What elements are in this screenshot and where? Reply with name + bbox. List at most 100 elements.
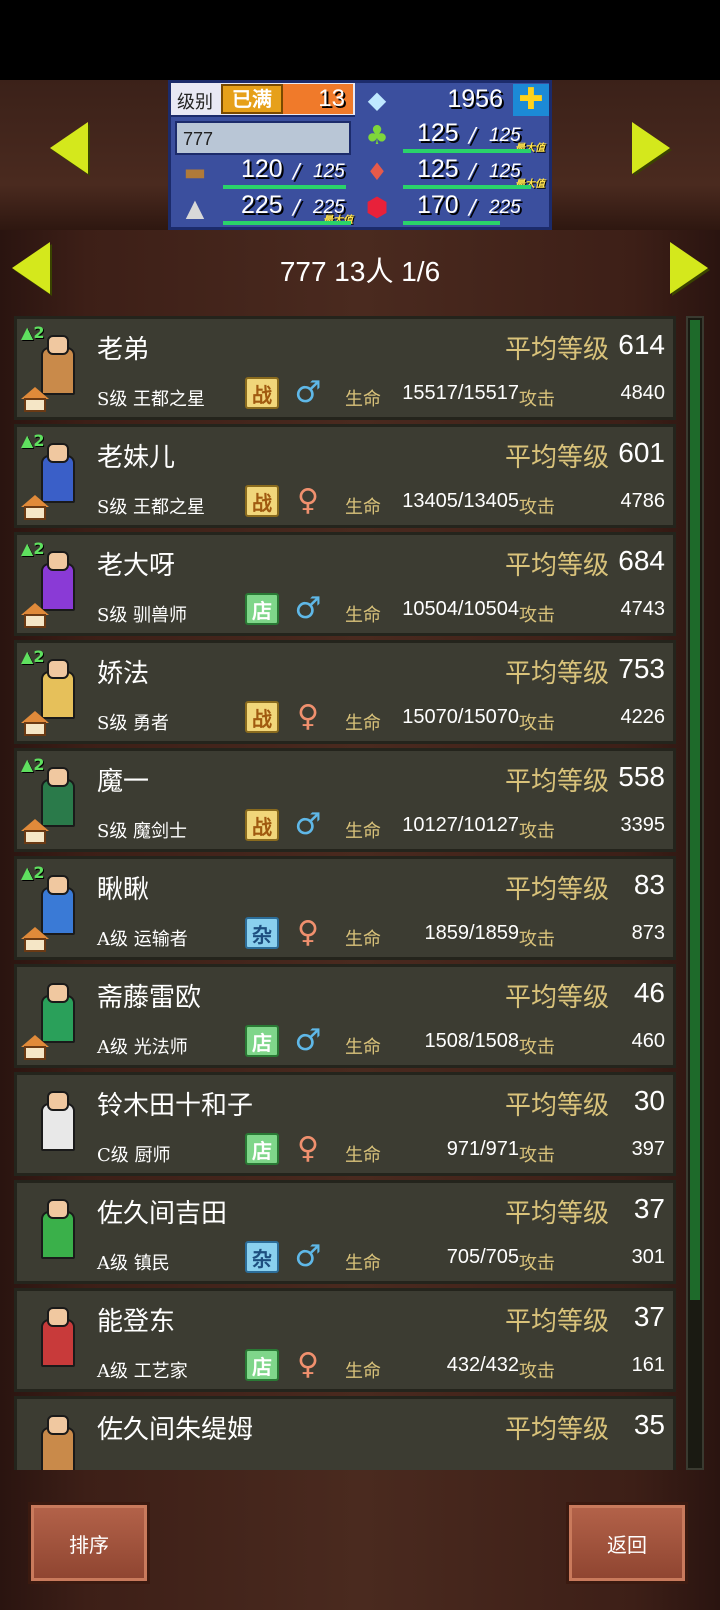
house-icon bbox=[21, 603, 49, 629]
hp-value: 10504/10504 bbox=[402, 598, 519, 620]
hp-label: 生命 bbox=[345, 821, 381, 842]
avg-level-value: 684 bbox=[618, 545, 665, 576]
avatar-head bbox=[47, 1415, 69, 1435]
character-card[interactable]: ▲2 娇法 平均等级 753 S级 勇者 战 ♀ 生命 15070/15070 攻击 4226 bbox=[14, 640, 676, 744]
avg-level-label: 平均等级 bbox=[504, 335, 609, 365]
rank-up-icon: ▲2 bbox=[21, 323, 45, 342]
avatar-head bbox=[47, 443, 69, 463]
ore-icon: ▲ bbox=[185, 194, 205, 222]
rank-job: A级 工艺家 bbox=[97, 1361, 188, 1382]
character-card[interactable]: 铃木田十和子 平均等级 30 C级 厨师 店 ♀ 生命 971/971 攻击 397 bbox=[14, 1072, 676, 1176]
character-name: 能登东 bbox=[97, 1307, 176, 1337]
atk-label: 攻击 bbox=[519, 1361, 555, 1382]
rank-up-count: 2 bbox=[33, 755, 45, 774]
character-card[interactable]: 能登东 平均等级 37 A级 工艺家 店 ♀ 生命 432/432 攻击 161 bbox=[14, 1288, 676, 1392]
avg-level-label: 平均等级 bbox=[504, 875, 609, 905]
female-icon: ♀ bbox=[297, 483, 319, 518]
meat-bar bbox=[403, 185, 531, 189]
atk-value: 4226 bbox=[620, 706, 666, 728]
character-name: 佐久间朱缇姆 bbox=[97, 1415, 254, 1445]
house-icon bbox=[21, 495, 49, 521]
character-avatar: ▲2 bbox=[19, 645, 93, 741]
sort-button[interactable]: 排序 bbox=[28, 1502, 150, 1584]
wood-current: 120 bbox=[241, 155, 283, 183]
character-card[interactable]: ▲2 魔一 平均等级 558 S级 魔剑士 战 ♂ 生命 10127/10127 攻击 3395 bbox=[14, 748, 676, 852]
meat-resource: ♦ 125 / 125 最大值 bbox=[357, 155, 551, 190]
avg-level-label: 平均等级 bbox=[504, 659, 609, 689]
type-badge: 店 bbox=[245, 1025, 279, 1057]
avg-level-value: 37 bbox=[633, 1193, 665, 1224]
character-card[interactable]: 佐久间吉田 平均等级 37 A级 镇民 杂 ♂ 生命 705/705 攻击 301 bbox=[14, 1180, 676, 1284]
avatar-head bbox=[47, 767, 69, 787]
avg-level-label: 平均等级 bbox=[504, 767, 609, 797]
character-card[interactable]: 佐久间朱缇姆 平均等级 35 bbox=[14, 1396, 676, 1470]
plus-icon[interactable]: ✚ bbox=[513, 84, 549, 116]
atk-label: 攻击 bbox=[519, 713, 555, 734]
character-avatar: ▲2 bbox=[19, 537, 93, 633]
hp-value: 971/971 bbox=[446, 1138, 519, 1160]
rank-up-count: 2 bbox=[33, 431, 45, 450]
atk-label: 攻击 bbox=[519, 1253, 555, 1274]
hp-label: 生命 bbox=[345, 389, 381, 410]
town-name-field[interactable]: 777 bbox=[175, 121, 351, 155]
avatar-head bbox=[47, 983, 69, 1003]
character-avatar bbox=[19, 1293, 93, 1389]
rank-job: S级 勇者 bbox=[97, 713, 170, 734]
rank-up-count: 2 bbox=[33, 539, 45, 558]
character-card[interactable]: 斋藤雷欧 平均等级 46 A级 光法师 店 ♂ 生命 1508/1508 攻击 460 bbox=[14, 964, 676, 1068]
avatar-head bbox=[47, 659, 69, 679]
character-list[interactable]: ▲2 老弟 平均等级 614 S级 王都之星战 ♂ 生命 15517/15517 攻击 4840 ▲… bbox=[12, 316, 676, 1470]
wood-bar bbox=[223, 185, 346, 189]
scrollbar[interactable] bbox=[686, 316, 704, 1470]
grass-current: 125 bbox=[417, 119, 459, 147]
avatar-head bbox=[47, 1199, 69, 1219]
scrollbar-thumb[interactable] bbox=[690, 320, 700, 1300]
wood-max: 125 bbox=[313, 161, 345, 182]
atk-label: 攻击 bbox=[519, 821, 555, 842]
character-card[interactable]: ▲2 瞅瞅 平均等级 83 A级 运输者 杂 ♀ 生命 1859/1859 攻击 873 bbox=[14, 856, 676, 960]
grass-sep: / bbox=[469, 123, 476, 147]
avg-level-value: 753 bbox=[618, 653, 665, 684]
back-button[interactable]: 返回 bbox=[566, 1502, 688, 1584]
rank-up-icon: ▲2 bbox=[21, 863, 45, 882]
character-card[interactable]: ▲2 老妹儿 平均等级 601 S级 王都之星 战 ♀ 生命 13405/13405 攻击 4786 bbox=[14, 424, 676, 528]
ruby-max: 225 bbox=[489, 197, 521, 218]
type-badge: 杂 bbox=[245, 917, 279, 949]
female-icon: ♀ bbox=[297, 915, 319, 950]
level-cell: 级别 已满 13 bbox=[171, 83, 355, 117]
rank-job: A级 光法师 bbox=[97, 1037, 188, 1058]
hp-value: 13405/13405 bbox=[402, 490, 519, 512]
avg-level-value: 35 bbox=[633, 1409, 665, 1440]
avatar-head bbox=[47, 875, 69, 895]
atk-value: 4743 bbox=[620, 598, 666, 620]
hp-label: 生命 bbox=[345, 1361, 381, 1382]
character-name: 老大呀 bbox=[97, 551, 176, 581]
atk-label: 攻击 bbox=[519, 497, 555, 518]
character-avatar: ▲2 bbox=[19, 753, 93, 849]
rank-up-count: 2 bbox=[33, 647, 45, 666]
type-badge: 店 bbox=[245, 1133, 279, 1165]
atk-label: 攻击 bbox=[519, 1145, 555, 1166]
atk-value: 4786 bbox=[620, 490, 666, 512]
type-badge: 战 bbox=[245, 809, 279, 841]
next-town-arrow[interactable] bbox=[632, 122, 670, 174]
hp-label: 生命 bbox=[345, 1145, 381, 1166]
diamond-icon: ◆ bbox=[367, 86, 387, 114]
house-icon bbox=[21, 819, 49, 845]
prev-town-arrow[interactable] bbox=[50, 122, 88, 174]
avg-level-value: 83 bbox=[633, 869, 665, 900]
character-card[interactable]: ▲2 老弟 平均等级 614 S级 王都之星 战 ♂ 生命 15517/15517 攻击 4840 bbox=[14, 316, 676, 420]
ruby-resource: ⬢ 170 / 225 bbox=[357, 191, 551, 225]
ore-sep: / bbox=[293, 195, 300, 219]
character-avatar: ▲2 bbox=[19, 429, 93, 525]
type-badge: 店 bbox=[245, 593, 279, 625]
hp-label: 生命 bbox=[345, 713, 381, 734]
character-card[interactable]: ▲2 老大呀 平均等级 684 S级 驯兽师 店 ♂ 生命 10504/10504 攻击 4743 bbox=[14, 532, 676, 636]
level-max-badge: 已满 bbox=[221, 84, 283, 114]
avg-level-label: 平均等级 bbox=[504, 1307, 609, 1337]
ore-resource: ▲ 225 / 225 最大值 bbox=[175, 191, 355, 226]
hp-value: 15517/15517 bbox=[402, 382, 519, 404]
rank-job: A级 镇民 bbox=[97, 1253, 170, 1274]
grass-bar bbox=[403, 149, 531, 153]
character-name: 佐久间吉田 bbox=[97, 1199, 228, 1229]
